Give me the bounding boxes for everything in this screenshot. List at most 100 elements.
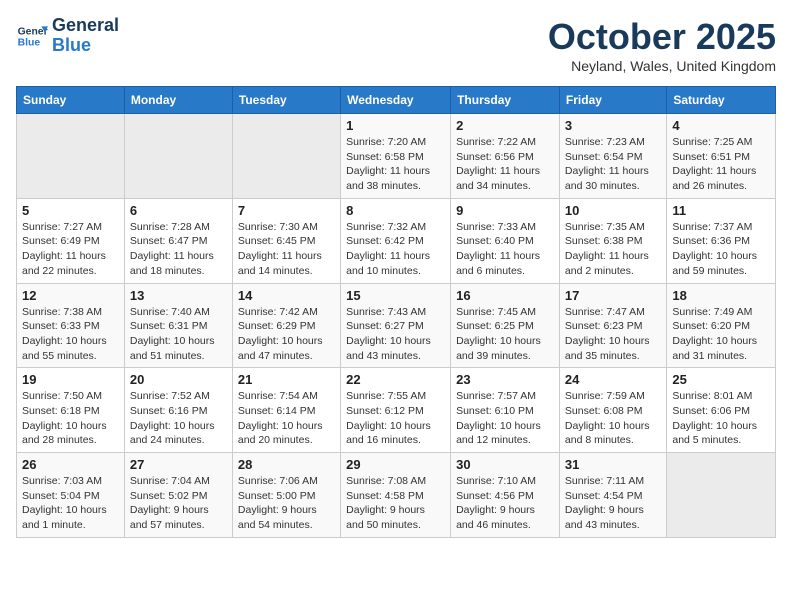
day-detail: Sunrise: 7:23 AMSunset: 6:54 PMDaylight:… — [565, 135, 661, 194]
day-number: 11 — [672, 203, 770, 218]
day-number: 31 — [565, 457, 661, 472]
day-number: 7 — [238, 203, 335, 218]
calendar-cell — [124, 114, 232, 199]
calendar-cell: 8Sunrise: 7:32 AMSunset: 6:42 PMDaylight… — [341, 198, 451, 283]
day-detail: Sunrise: 7:10 AMSunset: 4:56 PMDaylight:… — [456, 474, 554, 533]
day-number: 12 — [22, 288, 119, 303]
day-detail: Sunrise: 7:30 AMSunset: 6:45 PMDaylight:… — [238, 220, 335, 279]
calendar-cell: 28 Sunrise: 7:06 AMSunset: 5:00 PMDayligh… — [232, 453, 340, 538]
day-number: 2 — [456, 118, 554, 133]
calendar-cell: 11 Sunrise: 7:37 AMSunset: 6:36 PMDayligh… — [667, 198, 776, 283]
calendar-cell — [232, 114, 340, 199]
day-detail: Sunrise: 7:55 AMSunset: 6:12 PMDaylight:… — [346, 389, 445, 448]
day-number: 28 — [238, 457, 335, 472]
header-friday: Friday — [559, 87, 666, 114]
day-detail: Sunrise: 7:43 AMSunset: 6:27 PMDaylight:… — [346, 305, 445, 364]
header-tuesday: Tuesday — [232, 87, 340, 114]
day-number: 4 — [672, 118, 770, 133]
day-detail: Sunrise: 7:22 AMSunset: 6:56 PMDaylight:… — [456, 135, 554, 194]
calendar-cell — [17, 114, 125, 199]
calendar-cell: 30 Sunrise: 7:10 AMSunset: 4:56 PMDayligh… — [451, 453, 560, 538]
day-number: 20 — [130, 372, 227, 387]
day-detail: Sunrise: 7:37 AMSunset: 6:36 PMDaylight:… — [672, 220, 770, 279]
calendar-body: 1Sunrise: 7:20 AMSunset: 6:58 PMDaylight… — [17, 114, 776, 538]
calendar-cell: 7 Sunrise: 7:30 AMSunset: 6:45 PMDaylight… — [232, 198, 340, 283]
day-number: 27 — [130, 457, 227, 472]
calendar-cell: 24Sunrise: 7:59 AMSunset: 6:08 PMDayligh… — [559, 368, 666, 453]
day-detail: Sunrise: 7:52 AMSunset: 6:16 PMDaylight:… — [130, 389, 227, 448]
calendar-week-5: 26Sunrise: 7:03 AMSunset: 5:04 PMDayligh… — [17, 453, 776, 538]
day-number: 19 — [22, 372, 119, 387]
calendar-cell: 29 Sunrise: 7:08 AMSunset: 4:58 PMDayligh… — [341, 453, 451, 538]
day-detail: Sunrise: 7:11 AMSunset: 4:54 PMDaylight:… — [565, 474, 661, 533]
day-detail: Sunrise: 7:25 AMSunset: 6:51 PMDaylight:… — [672, 135, 770, 194]
day-detail: Sunrise: 7:57 AMSunset: 6:10 PMDaylight:… — [456, 389, 554, 448]
calendar-cell — [667, 453, 776, 538]
calendar-cell: 23 Sunrise: 7:57 AMSunset: 6:10 PMDayligh… — [451, 368, 560, 453]
day-number: 9 — [456, 203, 554, 218]
calendar-cell: 19 Sunrise: 7:50 AMSunset: 6:18 PMDayligh… — [17, 368, 125, 453]
calendar-cell: 21 Sunrise: 7:54 AMSunset: 6:14 PMDayligh… — [232, 368, 340, 453]
calendar-week-1: 1Sunrise: 7:20 AMSunset: 6:58 PMDaylight… — [17, 114, 776, 199]
day-number: 30 — [456, 457, 554, 472]
calendar-cell: 12Sunrise: 7:38 AMSunset: 6:33 PMDayligh… — [17, 283, 125, 368]
day-number: 15 — [346, 288, 445, 303]
day-detail: Sunrise: 7:47 AMSunset: 6:23 PMDaylight:… — [565, 305, 661, 364]
day-detail: Sunrise: 7:49 AMSunset: 6:20 PMDaylight:… — [672, 305, 770, 364]
day-number: 13 — [130, 288, 227, 303]
location-subtitle: Neyland, Wales, United Kingdom — [548, 58, 776, 74]
day-detail: Sunrise: 7:42 AMSunset: 6:29 PMDaylight:… — [238, 305, 335, 364]
day-detail: Sunrise: 7:54 AMSunset: 6:14 PMDaylight:… — [238, 389, 335, 448]
header-wednesday: Wednesday — [341, 87, 451, 114]
logo-icon: General Blue — [16, 20, 48, 52]
calendar-cell: 26Sunrise: 7:03 AMSunset: 5:04 PMDayligh… — [17, 453, 125, 538]
day-number: 26 — [22, 457, 119, 472]
calendar-week-3: 12Sunrise: 7:38 AMSunset: 6:33 PMDayligh… — [17, 283, 776, 368]
calendar-cell: 22Sunrise: 7:55 AMSunset: 6:12 PMDayligh… — [341, 368, 451, 453]
logo: General Blue General Blue — [16, 16, 119, 56]
header-sunday: Sunday — [17, 87, 125, 114]
calendar-cell: 17 Sunrise: 7:47 AMSunset: 6:23 PMDayligh… — [559, 283, 666, 368]
day-detail: Sunrise: 7:27 AMSunset: 6:49 PMDaylight:… — [22, 220, 119, 279]
day-detail: Sunrise: 7:45 AMSunset: 6:25 PMDaylight:… — [456, 305, 554, 364]
day-detail: Sunrise: 7:08 AMSunset: 4:58 PMDaylight:… — [346, 474, 445, 533]
day-detail: Sunrise: 7:59 AMSunset: 6:08 PMDaylight:… — [565, 389, 661, 448]
calendar-table: SundayMondayTuesdayWednesdayThursdayFrid… — [16, 86, 776, 538]
day-detail: Sunrise: 7:28 AMSunset: 6:47 PMDaylight:… — [130, 220, 227, 279]
day-detail: Sunrise: 7:04 AMSunset: 5:02 PMDaylight:… — [130, 474, 227, 533]
day-number: 25 — [672, 372, 770, 387]
header-thursday: Thursday — [451, 87, 560, 114]
day-detail: Sunrise: 7:40 AMSunset: 6:31 PMDaylight:… — [130, 305, 227, 364]
day-detail: Sunrise: 8:01 AMSunset: 6:06 PMDaylight:… — [672, 389, 770, 448]
calendar-cell: 20 Sunrise: 7:52 AMSunset: 6:16 PMDayligh… — [124, 368, 232, 453]
calendar-cell: 10 Sunrise: 7:35 AMSunset: 6:38 PMDayligh… — [559, 198, 666, 283]
day-detail: Sunrise: 7:50 AMSunset: 6:18 PMDaylight:… — [22, 389, 119, 448]
day-detail: Sunrise: 7:33 AMSunset: 6:40 PMDaylight:… — [456, 220, 554, 279]
day-number: 3 — [565, 118, 661, 133]
calendar-cell: 4 Sunrise: 7:25 AMSunset: 6:51 PMDaylight… — [667, 114, 776, 199]
calendar-cell: 3 Sunrise: 7:23 AMSunset: 6:54 PMDaylight… — [559, 114, 666, 199]
header-monday: Monday — [124, 87, 232, 114]
day-detail: Sunrise: 7:06 AMSunset: 5:00 PMDaylight:… — [238, 474, 335, 533]
day-number: 21 — [238, 372, 335, 387]
day-number: 23 — [456, 372, 554, 387]
month-title: October 2025 — [548, 16, 776, 58]
page-header: General Blue General Blue October 2025 N… — [16, 16, 776, 74]
calendar-cell: 18 Sunrise: 7:49 AMSunset: 6:20 PMDayligh… — [667, 283, 776, 368]
day-number: 29 — [346, 457, 445, 472]
calendar-header-row: SundayMondayTuesdayWednesdayThursdayFrid… — [17, 87, 776, 114]
calendar-cell: 15 Sunrise: 7:43 AMSunset: 6:27 PMDayligh… — [341, 283, 451, 368]
calendar-week-2: 5Sunrise: 7:27 AMSunset: 6:49 PMDaylight… — [17, 198, 776, 283]
header-saturday: Saturday — [667, 87, 776, 114]
calendar-cell: 9 Sunrise: 7:33 AMSunset: 6:40 PMDaylight… — [451, 198, 560, 283]
calendar-cell: 14Sunrise: 7:42 AMSunset: 6:29 PMDayligh… — [232, 283, 340, 368]
day-number: 18 — [672, 288, 770, 303]
day-number: 10 — [565, 203, 661, 218]
calendar-cell: 27 Sunrise: 7:04 AMSunset: 5:02 PMDayligh… — [124, 453, 232, 538]
day-number: 1 — [346, 118, 445, 133]
day-number: 17 — [565, 288, 661, 303]
day-detail: Sunrise: 7:35 AMSunset: 6:38 PMDaylight:… — [565, 220, 661, 279]
calendar-cell: 1Sunrise: 7:20 AMSunset: 6:58 PMDaylight… — [341, 114, 451, 199]
calendar-cell: 2 Sunrise: 7:22 AMSunset: 6:56 PMDaylight… — [451, 114, 560, 199]
calendar-cell: 5Sunrise: 7:27 AMSunset: 6:49 PMDaylight… — [17, 198, 125, 283]
